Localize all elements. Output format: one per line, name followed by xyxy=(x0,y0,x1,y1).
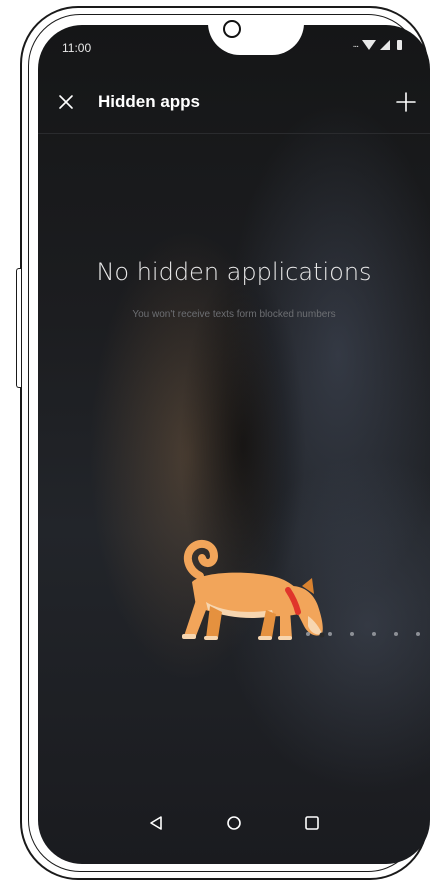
status-dots: ... xyxy=(352,39,359,50)
wifi-icon xyxy=(362,39,376,50)
page-title: Hidden apps xyxy=(98,92,201,111)
header-divider xyxy=(38,133,430,134)
recents-button[interactable] xyxy=(298,809,326,837)
status-time: 11:00 xyxy=(62,41,92,55)
back-button[interactable] xyxy=(142,809,170,837)
battery-icon xyxy=(397,39,402,50)
home-circle-icon xyxy=(227,816,241,830)
navigation-bar xyxy=(38,801,430,843)
screen: 11:00 ... Hidden apps No hidden applicat… xyxy=(38,25,430,864)
close-button[interactable] xyxy=(52,88,80,116)
recents-square-icon xyxy=(305,816,319,830)
back-triangle-icon xyxy=(150,816,162,830)
plus-icon xyxy=(396,92,416,112)
app-bar: Hidden apps xyxy=(38,80,430,124)
add-hidden-app-button[interactable] xyxy=(392,88,420,116)
signal-icon xyxy=(380,39,390,50)
empty-state-subtitle: You won't receive texts form blocked num… xyxy=(132,309,336,320)
front-camera xyxy=(223,20,241,38)
dog-illustration xyxy=(182,539,325,640)
phone-side-button xyxy=(16,268,21,388)
empty-state-title: No hidden applications xyxy=(96,258,372,286)
close-icon xyxy=(59,95,73,109)
status-icons: ... xyxy=(353,39,402,50)
home-button[interactable] xyxy=(220,809,248,837)
sniff-trail-dots xyxy=(306,632,420,636)
